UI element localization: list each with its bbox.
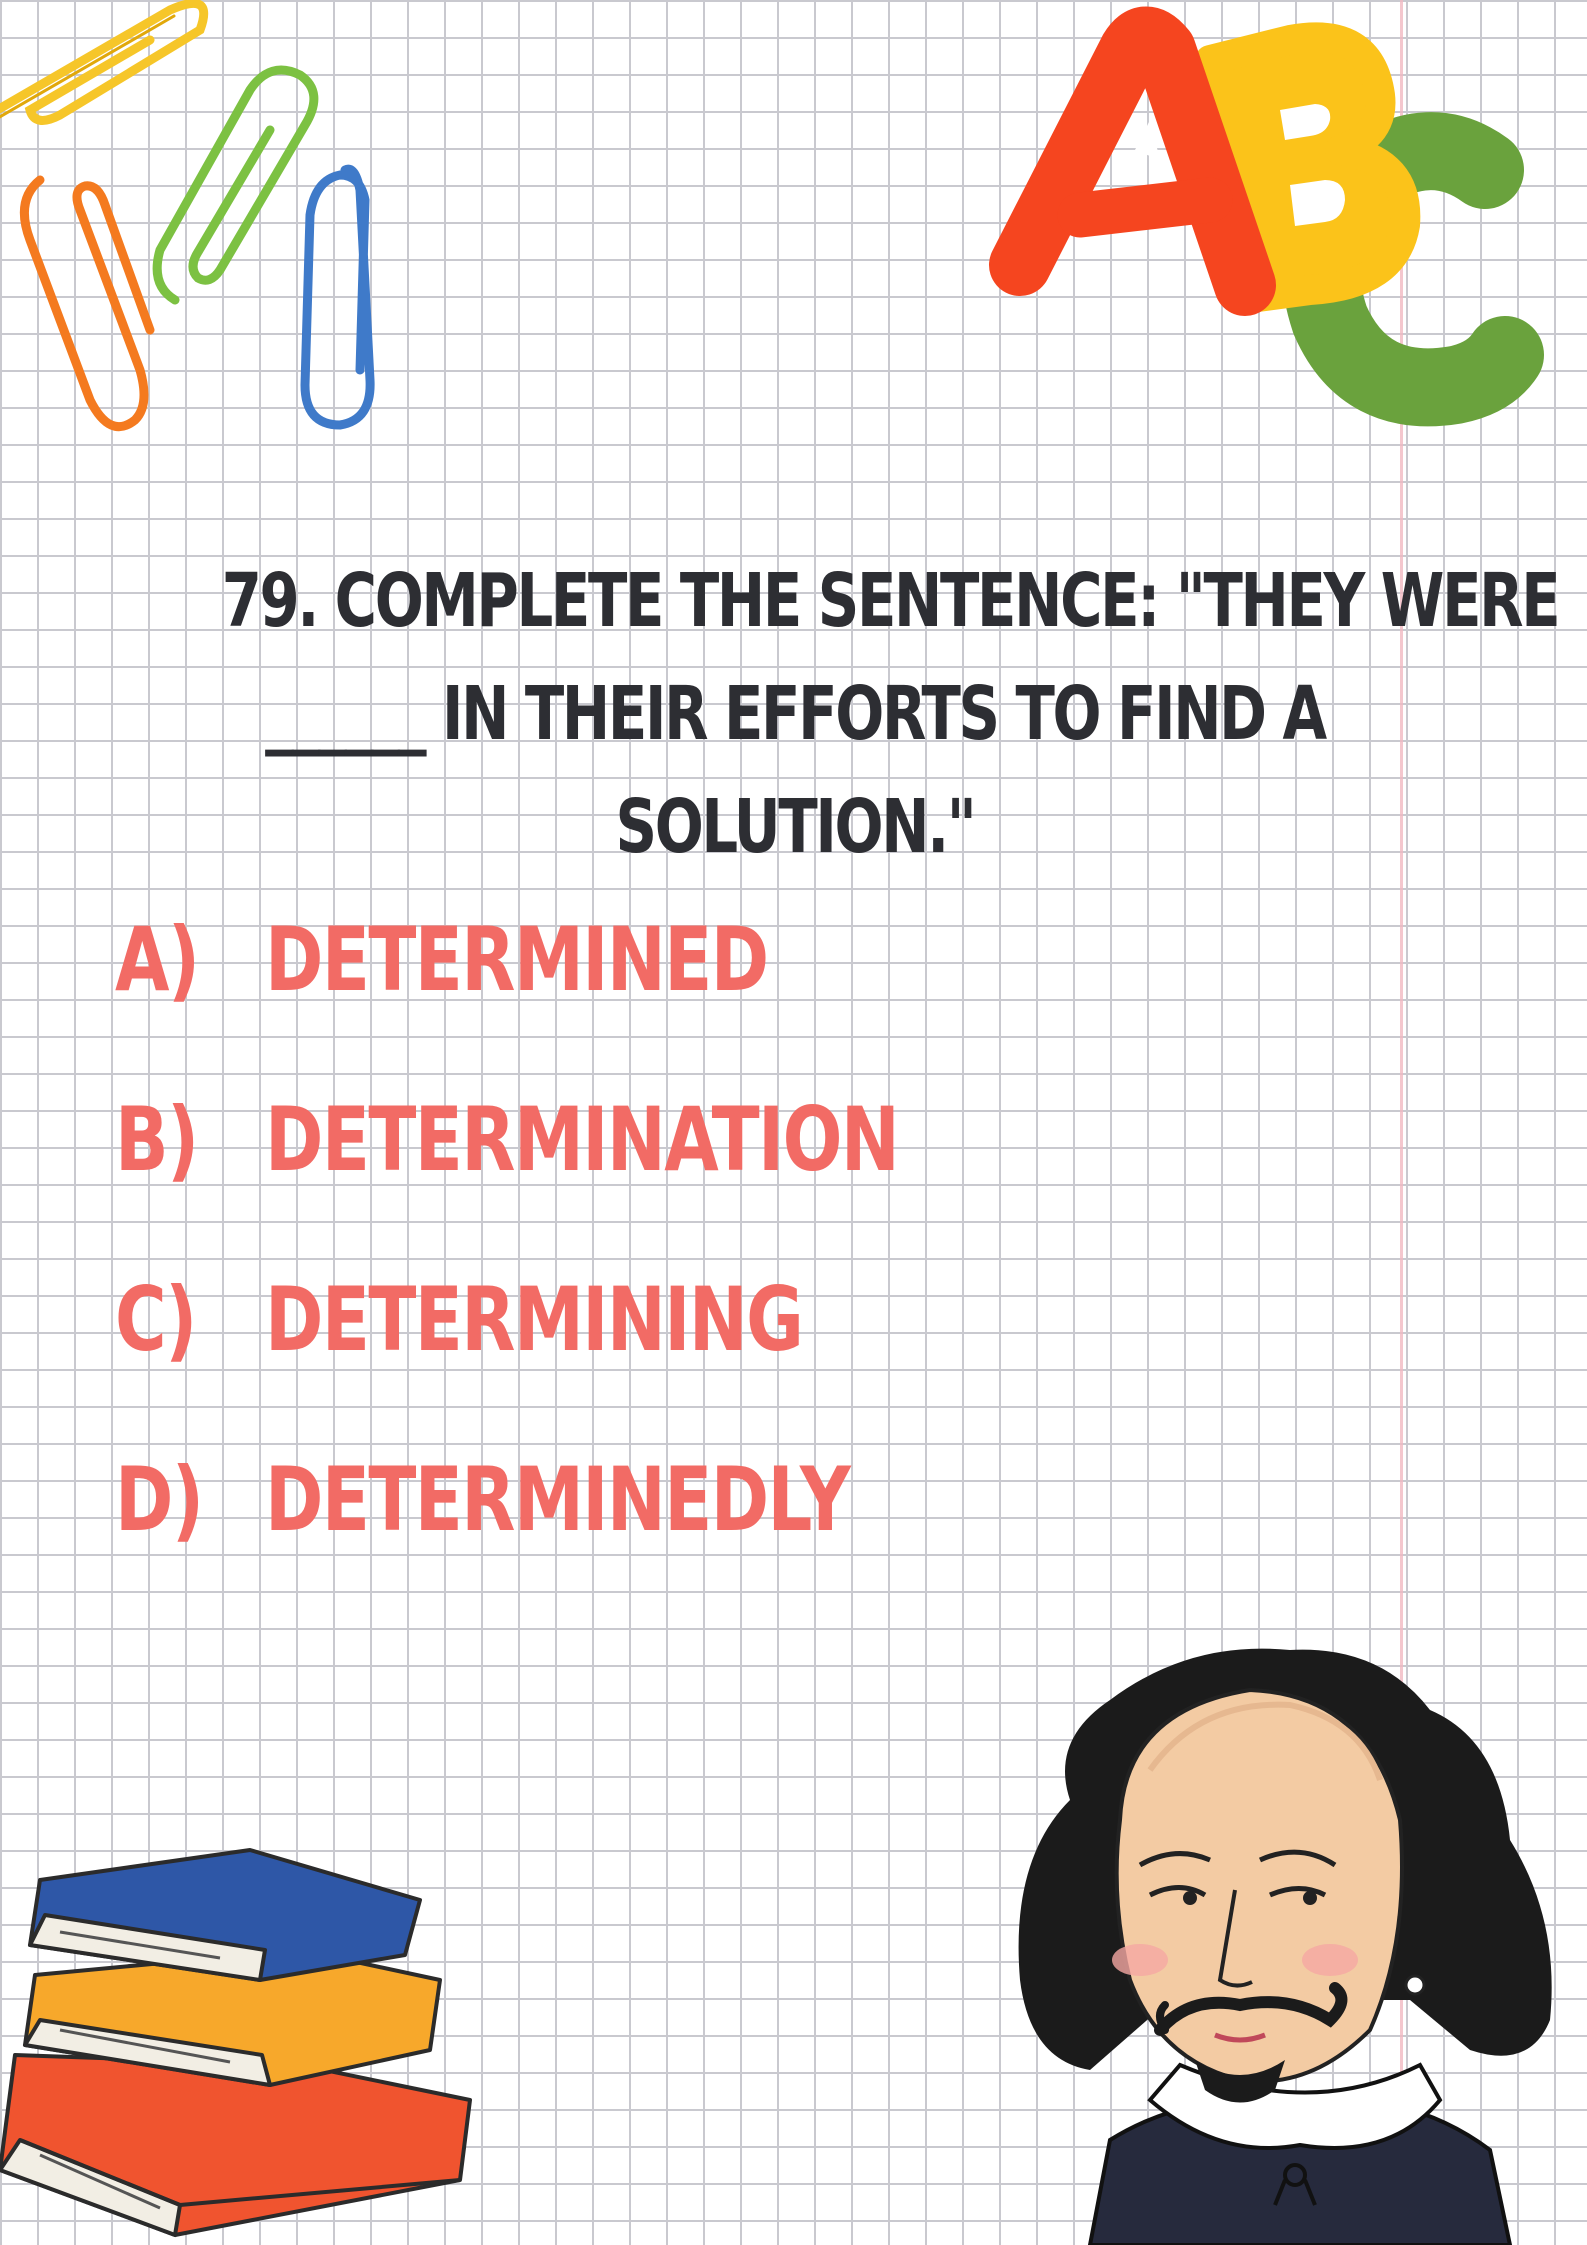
option-letter: A) — [115, 908, 200, 1011]
option-c[interactable]: C) DETERMINING — [115, 1265, 1057, 1445]
question-text: 79. COMPLETE THE SENTENCE: "THEY WERE __… — [221, 545, 1561, 884]
abc-blocks-icon — [989, 6, 1544, 427]
option-text: DETERMINED — [265, 908, 769, 1011]
option-letter: D) — [115, 1448, 204, 1551]
question-line-3: SOLUTION." — [615, 784, 976, 870]
option-letter: C) — [115, 1268, 197, 1371]
option-letter: B) — [115, 1088, 199, 1191]
option-b[interactable]: B) DETERMINATION — [115, 1085, 1057, 1265]
option-text: DETERMINEDLY — [265, 1448, 851, 1551]
paperclip-icon — [0, 0, 375, 432]
answer-options: A) DETERMINED B) DETERMINATION C) DETERM… — [115, 905, 1057, 1625]
question-line-2: ______ IN THEIR EFFORTS TO FIND A — [265, 671, 1327, 757]
option-a[interactable]: A) DETERMINED — [115, 905, 1057, 1085]
option-d[interactable]: D) DETERMINEDLY — [115, 1445, 1057, 1625]
option-text: DETERMINING — [265, 1268, 804, 1371]
shakespeare-illustration — [1018, 1648, 1552, 2245]
book-stack-icon — [0, 1848, 472, 2237]
question-line-1: 79. COMPLETE THE SENTENCE: "THEY WERE — [221, 558, 1561, 644]
option-text: DETERMINATION — [265, 1088, 900, 1191]
